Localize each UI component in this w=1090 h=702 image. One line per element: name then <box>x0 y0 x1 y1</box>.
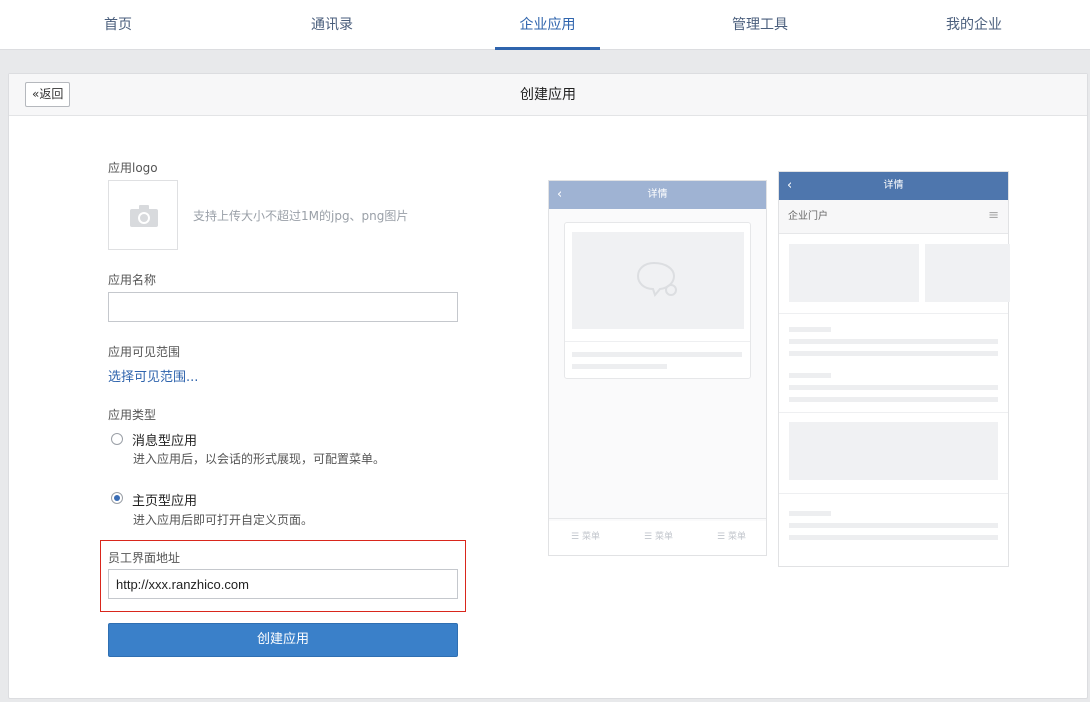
preview-banner <box>925 244 1010 302</box>
placeholder-line <box>789 397 998 402</box>
radio-message-app[interactable] <box>111 433 123 445</box>
placeholder-line <box>789 511 831 516</box>
logo-upload[interactable] <box>108 180 178 250</box>
divider <box>565 341 750 342</box>
chevron-left-icon: ‹ <box>557 187 563 202</box>
message-app-preview: ‹ 详情 ☰ 菜单 ☰ 菜单 ☰ 菜单 <box>548 180 767 556</box>
preview-menu-item: ☰ 菜单 <box>717 532 746 542</box>
visibility-label: 应用可见范围 <box>108 345 181 359</box>
preview-block <box>789 422 998 480</box>
employee-url-input[interactable] <box>108 569 458 599</box>
preview-subheader: 企业门户 ≡ <box>779 200 1008 234</box>
menu-list-icon: ☰ <box>644 532 655 542</box>
placeholder-line <box>789 327 831 332</box>
hamburger-icon: ≡ <box>988 208 999 223</box>
preview-banner <box>789 244 919 302</box>
placeholder-line <box>789 373 831 378</box>
message-app-title: 消息型应用 <box>132 434 198 449</box>
app-name-input[interactable] <box>108 292 458 322</box>
logo-hint: 支持上传大小不超过1M的jpg、png图片 <box>193 209 409 223</box>
chevron-left-icon: ‹ <box>787 178 793 193</box>
placeholder-line <box>572 352 742 357</box>
homepage-app-preview: ‹ 详情 企业门户 ≡ <box>778 171 1010 567</box>
preview-menu-item: ☰ 菜单 <box>644 532 673 542</box>
back-button[interactable]: «返回 <box>25 82 71 107</box>
create-app-card: «返回 创建应用 应用logo 支持上传大小不超过1M的jpg、png图片 应用… <box>8 73 1088 699</box>
placeholder-line <box>572 364 667 369</box>
app-name-label: 应用名称 <box>108 273 157 287</box>
employee-url-label: 员工界面地址 <box>108 551 181 565</box>
placeholder-line <box>789 351 998 356</box>
tab-enterprise-apps[interactable]: 企业应用 <box>495 0 600 50</box>
tab-contacts[interactable]: 通讯录 <box>279 0 385 50</box>
preview-menu-item: ☰ 菜单 <box>571 532 600 542</box>
divider <box>779 313 1008 314</box>
radio-homepage-app[interactable] <box>111 492 123 504</box>
placeholder-line <box>789 339 998 344</box>
camera-icon <box>130 205 158 227</box>
page-title: 创建应用 <box>520 87 576 103</box>
message-app-desc: 进入应用后，以会话的形式展现，可配置菜单。 <box>133 452 386 466</box>
divider <box>779 412 1008 413</box>
card-header: «返回 创建应用 <box>9 74 1087 116</box>
preview-header: ‹ 详情 <box>779 172 1008 200</box>
homepage-app-desc: 进入应用后即可打开自定义页面。 <box>133 513 314 527</box>
preview-image <box>572 232 744 329</box>
chat-bubble-icon <box>636 261 677 298</box>
placeholder-line <box>789 385 998 390</box>
top-nav: 首页 通讯录 企业应用 管理工具 我的企业 <box>0 0 1090 50</box>
tab-home[interactable]: 首页 <box>65 0 171 50</box>
create-app-button[interactable]: 创建应用 <box>108 623 458 657</box>
divider <box>779 493 1008 494</box>
app-type-label: 应用类型 <box>108 408 157 422</box>
tab-management-tools[interactable]: 管理工具 <box>707 0 813 50</box>
tab-my-enterprise[interactable]: 我的企业 <box>921 0 1027 50</box>
homepage-app-title: 主页型应用 <box>132 494 198 509</box>
preview-header: ‹ 详情 <box>549 181 766 209</box>
preview-card <box>564 222 751 379</box>
menu-list-icon: ☰ <box>571 532 582 542</box>
placeholder-line <box>789 523 998 528</box>
select-visibility-link[interactable]: 选择可见范围... <box>108 366 198 385</box>
placeholder-line <box>789 535 998 540</box>
menu-list-icon: ☰ <box>717 532 728 542</box>
logo-label: 应用logo <box>108 161 158 175</box>
